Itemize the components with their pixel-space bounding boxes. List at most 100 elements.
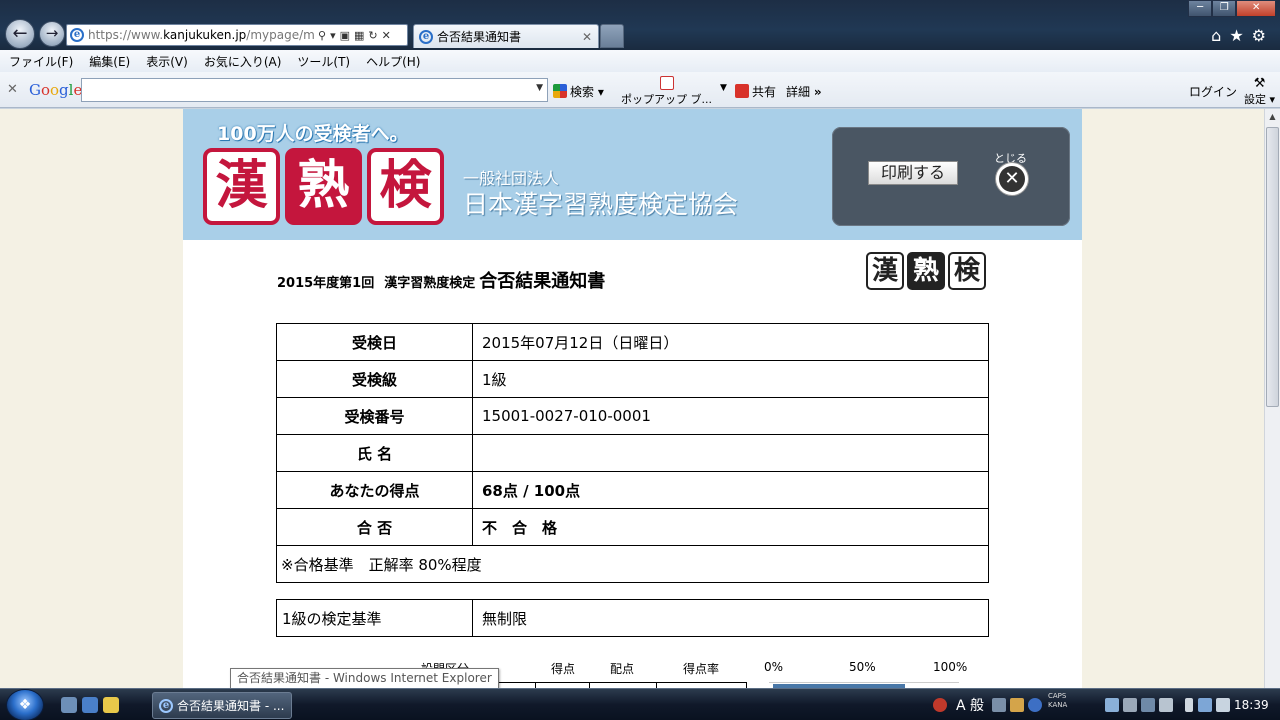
table-row: 1級の検定基準 無制限: [276, 599, 989, 637]
print-panel: 印刷する とじる ✕: [832, 127, 1070, 226]
ie-icon: e: [159, 698, 173, 713]
double-chevron-icon: »: [813, 85, 822, 99]
popup-label: ポップアップ ブ...: [621, 93, 712, 106]
compat-view-icon[interactable]: ▦: [354, 29, 364, 42]
row-label: 受検日: [276, 323, 473, 361]
col-header-max: 配点: [610, 662, 635, 676]
ime-mode[interactable]: A 般: [956, 695, 984, 715]
small-logo-kan: 漢: [866, 252, 904, 290]
search-icon[interactable]: ⚲: [318, 29, 326, 42]
lock-icon[interactable]: ▣: [340, 29, 350, 42]
back-button[interactable]: ←: [5, 19, 35, 49]
settings-button[interactable]: ⚒ 設定 ▾: [1244, 76, 1275, 107]
document-title: 合否結果通知書: [479, 271, 606, 292]
close-toolbar-icon[interactable]: ✕: [7, 82, 18, 97]
menu-view[interactable]: 表示(V): [146, 53, 188, 70]
row-value: 2015年07月12日（日曜日）: [472, 323, 989, 361]
table-row: あなたの得点 68点 / 100点: [276, 471, 989, 509]
display-icon[interactable]: [1141, 698, 1155, 712]
share-button[interactable]: 共有: [735, 83, 776, 100]
table-row: ※合格基準 正解率 80%程度: [276, 545, 989, 583]
ime-tool-icon[interactable]: [1010, 698, 1024, 712]
close-icon: ✕: [999, 166, 1025, 192]
row-label: 受検番号: [276, 397, 473, 435]
windows-logo-icon: ❖: [18, 697, 32, 713]
ime-pad-icon[interactable]: [992, 698, 1006, 712]
minimize-button[interactable]: ─: [1188, 0, 1213, 17]
logo-char-juku: 熟: [285, 148, 362, 225]
vertical-scrollbar[interactable]: ▲: [1264, 109, 1280, 688]
menu-file[interactable]: ファイル(F): [9, 53, 73, 70]
caps-label: CAPS: [1048, 692, 1067, 700]
table-row: 氏 名: [276, 434, 989, 472]
dropdown-arrow-icon[interactable]: ▾: [330, 29, 336, 42]
window-tooltip: 合否結果通知書 - Windows Internet Explorer: [230, 668, 499, 689]
volume-icon[interactable]: [1216, 698, 1230, 712]
menu-edit[interactable]: 編集(E): [89, 53, 130, 70]
row-label: 合 否: [276, 508, 473, 546]
popup-dropdown-icon[interactable]: ▼: [720, 83, 727, 93]
row-label: あなたの得点: [276, 471, 473, 509]
small-logo: 漢 熟 検: [866, 252, 986, 290]
col-header-rate: 得点率: [683, 662, 720, 676]
tab-active[interactable]: e 合否結果通知書 ✕: [413, 24, 599, 48]
address-bar[interactable]: e https://www.kanjukuken.jp/mypage/my ⚲ …: [66, 24, 408, 46]
print-button[interactable]: 印刷する: [868, 161, 958, 185]
axis-label-0: 0%: [764, 660, 784, 674]
dropdown-arrow-icon[interactable]: ▼: [536, 83, 543, 93]
menu-help[interactable]: ヘルプ(H): [366, 53, 420, 70]
browser-titlebar: ← → e https://www.kanjukuken.jp/mypage/m…: [0, 0, 1280, 50]
refresh-icon[interactable]: ↻: [368, 29, 377, 42]
restore-button[interactable]: ❐: [1212, 0, 1237, 17]
device-icon[interactable]: [1123, 698, 1137, 712]
close-tab-icon[interactable]: ✕: [582, 30, 592, 44]
clock[interactable]: 18:39: [1234, 698, 1269, 712]
logo-char-ken: 検: [367, 148, 444, 225]
row-value: 1級: [472, 360, 989, 398]
favorites-star-icon[interactable]: ★: [1229, 26, 1251, 45]
menu-tools[interactable]: ツール(T): [297, 53, 350, 70]
google-search-button[interactable]: 検索 ▾: [553, 83, 604, 100]
taskbar-window-label: 合否結果通知書 - ...: [177, 699, 285, 713]
help-icon[interactable]: [1028, 698, 1042, 712]
page-viewport: 100万人の受検者へ。 漢 熟 検 一般社団法人 日本漢字習熟度検定協会 印刷す…: [0, 109, 1264, 688]
gear-icon[interactable]: ⚙: [1252, 26, 1274, 45]
arrow-right-icon: →: [45, 24, 59, 42]
forward-button[interactable]: →: [39, 21, 65, 47]
switch-windows-icon[interactable]: [82, 697, 98, 713]
google-g-icon: [553, 84, 567, 98]
google-search-input[interactable]: ▼: [81, 78, 548, 102]
taskbar: ❖ e 合否結果通知書 - ... A 般 CAPS KANA 18:39: [0, 688, 1280, 720]
popup-blocker-button[interactable]: ポップアップ ブ...: [621, 76, 712, 107]
scroll-thumb[interactable]: [1266, 127, 1279, 407]
menu-bar: ファイル(F) 編集(E) 表示(V) お気に入り(A) ツール(T) ヘルプ(…: [0, 50, 1280, 72]
monitor-icon[interactable]: [1159, 698, 1173, 712]
menu-favorites[interactable]: お気に入り(A): [204, 53, 282, 70]
more-button[interactable]: 詳細 »: [786, 83, 822, 100]
login-button[interactable]: ログイン: [1189, 83, 1237, 100]
grade-basis-table: 1級の検定基準 無制限: [276, 599, 989, 637]
start-button[interactable]: ❖: [6, 689, 44, 720]
stop-icon[interactable]: ✕: [382, 29, 391, 42]
url-text[interactable]: https://www.kanjukuken.jp/mypage/my: [88, 28, 314, 42]
explorer-icon[interactable]: [103, 697, 119, 713]
battery-icon[interactable]: [1185, 698, 1193, 712]
table-row: 受検級 1級: [276, 360, 989, 398]
popup-blocker-icon: [659, 76, 674, 90]
ie-tab-icon: e: [419, 29, 433, 44]
scroll-up-icon[interactable]: ▲: [1265, 109, 1280, 125]
show-desktop-icon[interactable]: [61, 697, 77, 713]
taskbar-ie-window[interactable]: e 合否結果通知書 - ...: [152, 692, 292, 719]
home-icon[interactable]: ⌂: [1211, 26, 1229, 45]
network-icon[interactable]: [1105, 698, 1119, 712]
row-value: [472, 434, 989, 472]
close-window-button[interactable]: ✕: [1236, 0, 1276, 17]
new-tab-button[interactable]: [600, 24, 624, 48]
exam-round: 2015年度第1回: [277, 276, 375, 291]
network-status-icon[interactable]: [1198, 698, 1212, 712]
caps-indicator: CAPS KANA: [1048, 692, 1067, 710]
ime-toggle-icon[interactable]: [933, 698, 947, 712]
org-name: 日本漢字習熟度検定協会: [463, 190, 739, 219]
document-page: 100万人の受検者へ。 漢 熟 検 一般社団法人 日本漢字習熟度検定協会 印刷す…: [183, 109, 1082, 688]
close-button[interactable]: ✕: [996, 163, 1028, 195]
